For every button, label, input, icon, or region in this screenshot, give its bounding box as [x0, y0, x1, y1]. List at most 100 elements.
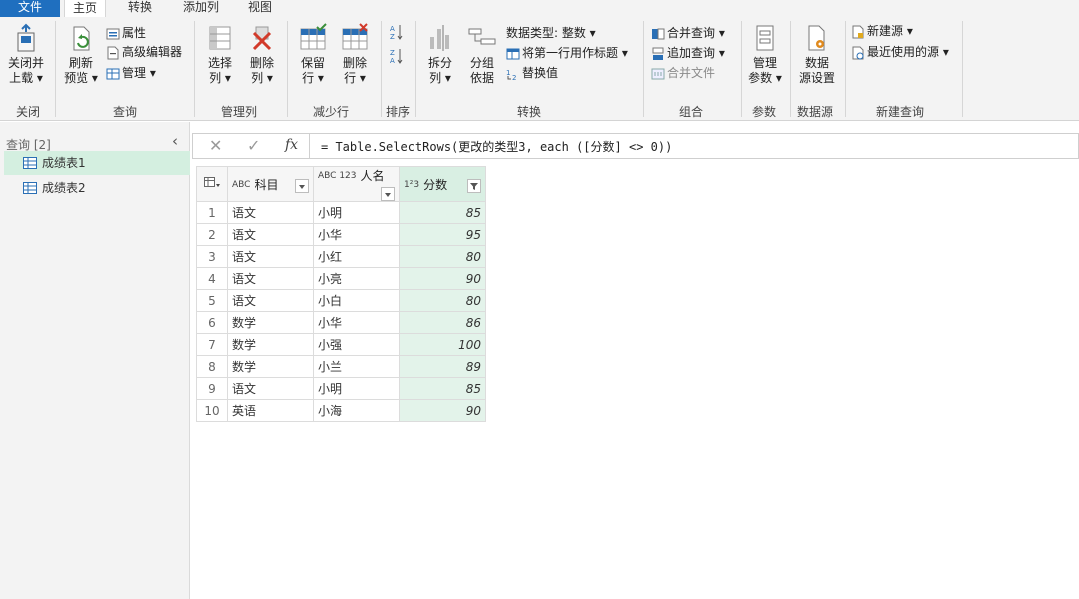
table-menu-icon — [204, 176, 220, 187]
cell-name[interactable]: 小强 — [313, 333, 400, 356]
properties-button[interactable]: 属性 — [106, 25, 146, 41]
cell-name[interactable]: 小华 — [313, 223, 400, 246]
cell-subject[interactable]: 数学 — [227, 355, 314, 378]
cell-name[interactable]: 小明 — [313, 201, 400, 224]
row-number[interactable]: 8 — [196, 355, 228, 378]
close-and-load-button[interactable]: 关闭并 上载 ▾ — [6, 23, 46, 86]
table-row[interactable]: 8 数学 小兰 89 — [196, 355, 486, 378]
cell-score[interactable]: 100 — [399, 333, 486, 356]
query-item-2[interactable]: 成绩表2 — [4, 176, 190, 200]
data-source-settings-button[interactable]: 数据 源设置 — [796, 23, 838, 86]
filter-applied-icon[interactable] — [467, 178, 481, 193]
cell-subject[interactable]: 数学 — [227, 311, 314, 334]
keep-rows-label-2: 行 ▾ — [302, 71, 324, 85]
cell-subject[interactable]: 语文 — [227, 223, 314, 246]
sort-ascending-button[interactable]: AZ — [389, 23, 403, 45]
refresh-preview-button[interactable]: 刷新 预览 ▾ — [62, 23, 100, 86]
combine-files-button[interactable]: 合并文件 — [651, 65, 715, 81]
column-filter-dropdown-icon[interactable] — [295, 178, 309, 193]
advanced-editor-button[interactable]: 高级编辑器 — [106, 44, 182, 60]
parameters-icon — [756, 25, 774, 51]
split-column-button[interactable]: 拆分 列 ▾ — [424, 23, 456, 86]
cancel-formula-icon[interactable]: ✕ — [209, 136, 222, 155]
merge-queries-button[interactable]: 合并查询 ▾ — [651, 25, 725, 41]
row-number[interactable]: 5 — [196, 289, 228, 312]
formula-input[interactable]: = Table.SelectRows(更改的类型3, each ([分数] <>… — [321, 138, 672, 155]
row-number[interactable]: 10 — [196, 399, 228, 422]
table-row[interactable]: 10 英语 小海 90 — [196, 399, 486, 422]
row-number[interactable]: 6 — [196, 311, 228, 334]
table-row[interactable]: 3 语文 小红 80 — [196, 245, 486, 268]
cell-subject[interactable]: 语文 — [227, 201, 314, 224]
row-number[interactable]: 7 — [196, 333, 228, 356]
table-row[interactable]: 6 数学 小华 86 — [196, 311, 486, 334]
manage-query-button[interactable]: 管理 ▾ — [106, 65, 156, 81]
cell-score[interactable]: 90 — [399, 267, 486, 290]
cell-name[interactable]: 小华 — [313, 311, 400, 334]
sort-descending-button[interactable]: ZA — [389, 47, 403, 69]
cell-subject[interactable]: 语文 — [227, 245, 314, 268]
table-row[interactable]: 4 语文 小亮 90 — [196, 267, 486, 290]
cell-score[interactable]: 85 — [399, 377, 486, 400]
choose-columns-button[interactable]: 选择 列 ▾ — [202, 23, 238, 86]
table-menu-button[interactable] — [196, 166, 228, 202]
group-by-button[interactable]: 分组 依据 — [464, 23, 500, 86]
tab-transform[interactable]: 转换 — [120, 0, 160, 17]
column-filter-dropdown-icon[interactable] — [381, 187, 395, 201]
cell-name[interactable]: 小白 — [313, 289, 400, 312]
cell-subject[interactable]: 语文 — [227, 377, 314, 400]
cell-score[interactable]: 95 — [399, 223, 486, 246]
remove-rows-button[interactable]: 删除 行 ▾ — [336, 23, 374, 86]
replace-values-button[interactable]: 1 2 替换值 — [506, 65, 558, 81]
table-row[interactable]: 2 语文 小华 95 — [196, 223, 486, 246]
tab-add-column[interactable]: 添加列 — [175, 0, 227, 17]
cell-score[interactable]: 80 — [399, 289, 486, 312]
column-header-name[interactable]: ABC 123 人名 — [313, 166, 400, 202]
cell-name[interactable]: 小兰 — [313, 355, 400, 378]
row-number[interactable]: 9 — [196, 377, 228, 400]
table-row[interactable]: 5 语文 小白 80 — [196, 289, 486, 312]
manage-parameters-button[interactable]: 管理 参数 ▾ — [746, 23, 784, 86]
keep-rows-button[interactable]: 保留 行 ▾ — [294, 23, 332, 86]
remove-columns-button[interactable]: 删除 列 ▾ — [244, 23, 280, 86]
cell-name[interactable]: 小海 — [313, 399, 400, 422]
tab-file[interactable]: 文件 — [0, 0, 60, 17]
recent-sources-button[interactable]: 最近使用的源 ▾ — [851, 44, 949, 60]
use-first-row-header-button[interactable]: 将第一行用作标题 ▾ — [506, 45, 628, 61]
merge-queries-label: 合并查询 ▾ — [667, 26, 725, 40]
cell-score[interactable]: 85 — [399, 201, 486, 224]
cell-score[interactable]: 90 — [399, 399, 486, 422]
column-header-subject[interactable]: ABC 科目 — [227, 166, 314, 202]
cell-subject[interactable]: 数学 — [227, 333, 314, 356]
fx-icon[interactable]: fx — [285, 137, 298, 153]
cell-subject[interactable]: 英语 — [227, 399, 314, 422]
column-header-score[interactable]: 1²3 分数 — [399, 166, 486, 202]
confirm-formula-icon[interactable]: ✓ — [247, 136, 260, 155]
cell-subject[interactable]: 语文 — [227, 267, 314, 290]
table-row[interactable]: 9 语文 小明 85 — [196, 377, 486, 400]
text-type-icon[interactable]: ABC — [232, 180, 250, 190]
collapse-pane-chevron-icon[interactable]: ‹ — [172, 132, 178, 150]
table-row[interactable]: 7 数学 小强 100 — [196, 333, 486, 356]
cell-score[interactable]: 86 — [399, 311, 486, 334]
row-number[interactable]: 4 — [196, 267, 228, 290]
remove-cols-label-1: 删除 — [249, 56, 274, 70]
tab-view[interactable]: 视图 — [240, 0, 280, 17]
cell-score[interactable]: 80 — [399, 245, 486, 268]
row-number[interactable]: 2 — [196, 223, 228, 246]
cell-score[interactable]: 89 — [399, 355, 486, 378]
tab-home[interactable]: 主页 — [64, 0, 107, 17]
row-number[interactable]: 3 — [196, 245, 228, 268]
row-number[interactable]: 1 — [196, 201, 228, 224]
table-row[interactable]: 1 语文 小明 85 — [196, 201, 486, 224]
cell-name[interactable]: 小亮 — [313, 267, 400, 290]
data-type-dropdown[interactable]: 数据类型: 整数 ▾ — [506, 25, 596, 41]
any-type-icon[interactable]: ABC 123 — [318, 172, 357, 181]
cell-name[interactable]: 小红 — [313, 245, 400, 268]
query-item-1[interactable]: 成绩表1 — [4, 151, 190, 175]
cell-name[interactable]: 小明 — [313, 377, 400, 400]
new-source-button[interactable]: 新建源 ▾ — [851, 23, 913, 39]
integer-type-icon[interactable]: 1²3 — [404, 180, 419, 190]
append-queries-button[interactable]: 追加查询 ▾ — [651, 45, 725, 61]
cell-subject[interactable]: 语文 — [227, 289, 314, 312]
